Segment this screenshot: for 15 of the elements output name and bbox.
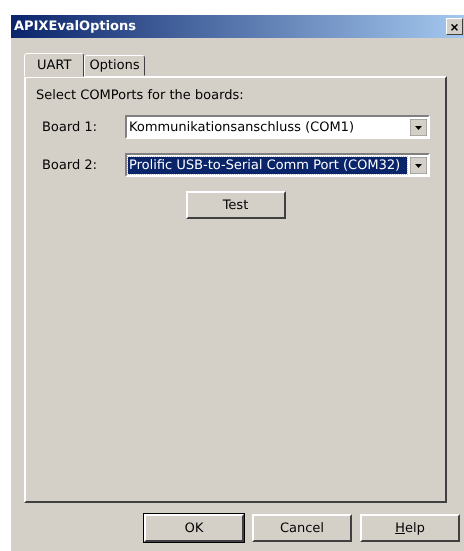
window-title: APIXEvalOptions [14, 19, 136, 34]
dialog-button[interactable]: OK [144, 514, 244, 542]
tab[interactable]: UART [24, 53, 84, 77]
board-label: Board 1: [42, 120, 98, 134]
port-dropdown[interactable]: Kommunikationsanschluss (COM1) [125, 115, 430, 139]
dialog-button[interactable]: Cancel [252, 514, 352, 542]
tab[interactable]: Options [84, 55, 145, 76]
close-button[interactable]: × [446, 18, 463, 35]
prompt-text: Select COMPorts for the boards: [36, 88, 245, 103]
port-dropdown[interactable]: Prolific USB-to-Serial Comm Port (COM32) [125, 153, 430, 177]
board-label: Board 2: [42, 158, 98, 172]
test-button[interactable]: Test [186, 191, 286, 219]
dropdown-arrow-icon[interactable] [410, 118, 427, 136]
dropdown-arrow-icon[interactable] [410, 156, 427, 174]
dialog-button[interactable]: Help [360, 514, 460, 542]
